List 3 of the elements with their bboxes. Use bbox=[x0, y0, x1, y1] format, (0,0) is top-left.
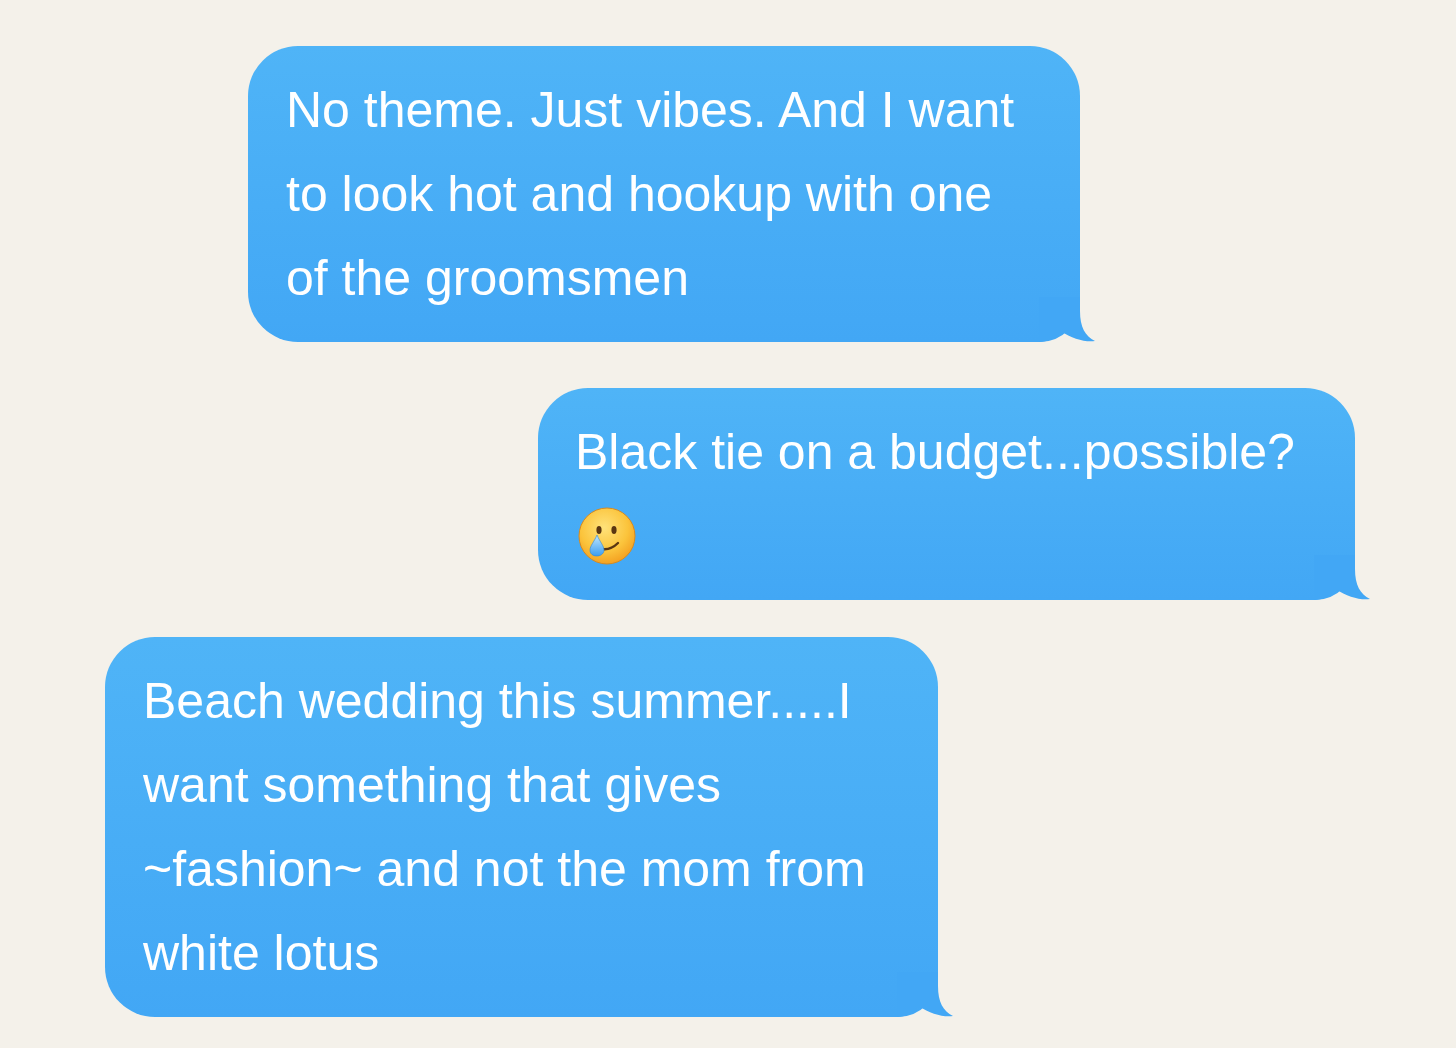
message-text: No theme. Just vibes. And I want to look hot and hookup with one of the groomsmen bbox=[286, 82, 1015, 306]
message-text: Black tie on a budget...possible? bbox=[575, 424, 1295, 480]
message-text: Beach wedding this summer.....I want something that gives ~fashion~ and not the mom from white lotus bbox=[143, 673, 866, 981]
